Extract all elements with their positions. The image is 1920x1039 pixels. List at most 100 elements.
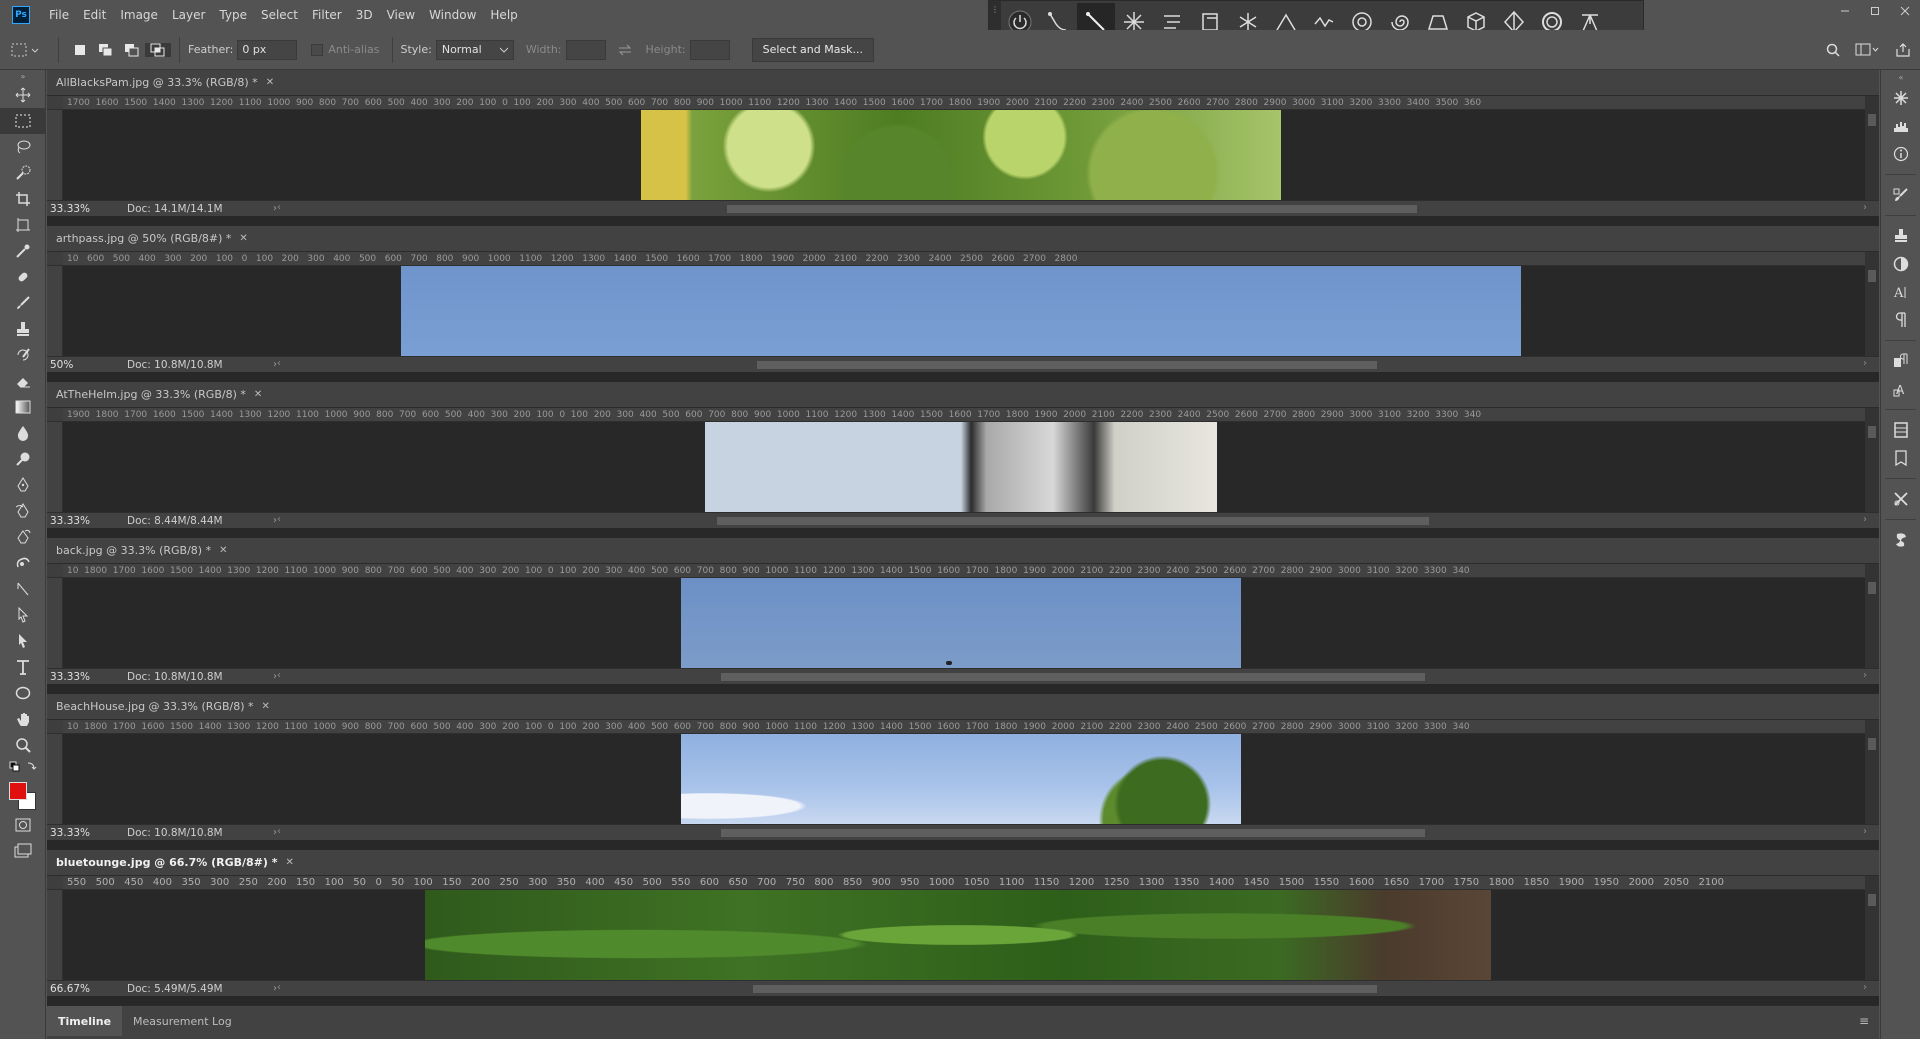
marquee-preset-icon[interactable] [0, 42, 50, 58]
scroll-right-icon[interactable]: › [1863, 358, 1867, 369]
canvas[interactable] [63, 890, 1865, 980]
doc-size[interactable]: Doc: 10.8M/10.8M [107, 671, 267, 683]
history-brush-icon[interactable] [0, 342, 46, 368]
canvas[interactable] [63, 734, 1865, 824]
scroll-left-icon[interactable]: ‹ [277, 982, 281, 993]
eraser-icon[interactable] [0, 368, 46, 394]
scroll-right-icon[interactable]: › [1863, 202, 1867, 213]
navigator-icon[interactable] [1881, 84, 1920, 112]
doc-size[interactable]: Doc: 8.44M/8.44M [107, 515, 267, 527]
channels-icon[interactable] [1881, 444, 1920, 472]
vertical-scrollbar[interactable] [1865, 408, 1879, 512]
menu-edit[interactable]: Edit [76, 0, 113, 30]
zoom-level[interactable]: 33.33% [47, 203, 107, 215]
close-icon[interactable] [1890, 0, 1920, 22]
doc-size[interactable]: Doc: 5.49M/5.49M [107, 983, 267, 995]
character-icon[interactable]: A [1881, 278, 1920, 306]
scrollbar-thumb[interactable] [1868, 426, 1876, 438]
workspace-icon[interactable] [1848, 43, 1886, 57]
select-and-mask-button[interactable]: Select and Mask... [751, 37, 875, 62]
type-tool-icon[interactable] [0, 654, 46, 680]
vertical-scrollbar[interactable] [1865, 96, 1879, 200]
height-input[interactable] [689, 39, 730, 60]
document-tab[interactable]: bluetounge.jpg @ 66.7% (RGB/8#) * ✕ [47, 850, 1879, 876]
scrollbar-thumb[interactable] [753, 985, 1377, 993]
restore-icon[interactable] [1860, 0, 1890, 22]
scroll-left-icon[interactable]: ‹ [277, 514, 281, 525]
swap-dimensions-icon[interactable] [614, 44, 636, 56]
close-document-icon[interactable]: ✕ [219, 545, 227, 556]
scrollbar-thumb[interactable] [1868, 738, 1876, 750]
doc-size[interactable]: Doc: 10.8M/10.8M [107, 827, 267, 839]
paragraph-styles-icon[interactable] [1881, 347, 1920, 375]
menu-select[interactable]: Select [254, 0, 305, 30]
document-tab[interactable]: AllBlacksPam.jpg @ 33.3% (RGB/8) * ✕ [47, 70, 1879, 96]
direct-selection-icon[interactable] [0, 628, 46, 654]
hand-tool-icon[interactable] [0, 706, 46, 732]
scrollbar-thumb[interactable] [717, 517, 1429, 525]
vertical-scrollbar[interactable] [1865, 876, 1879, 980]
feather-input[interactable] [237, 39, 298, 60]
vertical-scrollbar[interactable] [1865, 720, 1879, 824]
move-tool-icon[interactable] [0, 82, 46, 108]
share-icon[interactable] [1886, 43, 1920, 57]
character-styles-icon[interactable]: A [1881, 375, 1920, 403]
canvas[interactable] [63, 266, 1865, 356]
expand-panels-icon[interactable]: « [1881, 70, 1920, 84]
rectangular-marquee-icon[interactable] [0, 108, 46, 134]
close-document-icon[interactable]: ✕ [262, 701, 270, 712]
scrollbar-thumb[interactable] [721, 673, 1425, 681]
tab-measurement-log[interactable]: Measurement Log [122, 1006, 243, 1036]
info-icon[interactable] [1881, 140, 1920, 168]
frame-tool-icon[interactable] [0, 212, 46, 238]
canvas[interactable] [63, 422, 1865, 512]
vertical-scrollbar[interactable] [1865, 564, 1879, 668]
quick-mask-icon[interactable] [0, 812, 46, 838]
canvas[interactable] [63, 110, 1865, 200]
horizontal-scrollbar[interactable]: ‹ › [277, 670, 1867, 682]
scrollbar-thumb[interactable] [727, 205, 1417, 213]
doc-size[interactable]: Doc: 14.1M/14.1M [107, 203, 267, 215]
scrollbar-thumb[interactable] [1868, 114, 1876, 126]
minimize-icon[interactable] [1830, 0, 1860, 22]
content-aware-move-icon[interactable] [0, 550, 46, 576]
width-input[interactable] [565, 39, 606, 60]
clone-source-icon[interactable] [1881, 222, 1920, 250]
crop-tool-icon[interactable] [0, 186, 46, 212]
curvature-pen-icon[interactable] [0, 498, 46, 524]
anchor-point-icon[interactable] [0, 576, 46, 602]
dodge-tool-icon[interactable] [0, 446, 46, 472]
horizontal-scrollbar[interactable]: ‹ › [277, 358, 1867, 370]
scroll-left-icon[interactable]: ‹ [277, 670, 281, 681]
screen-mode-icon[interactable] [0, 838, 46, 864]
vertical-scrollbar[interactable] [1865, 252, 1879, 356]
blur-tool-icon[interactable] [0, 420, 46, 446]
quick-selection-icon[interactable] [0, 160, 46, 186]
menu-image[interactable]: Image [113, 0, 165, 30]
panel-menu-icon[interactable]: ≡ [1859, 1014, 1869, 1028]
scroll-right-icon[interactable]: › [1863, 670, 1867, 681]
collapse-arrows-icon[interactable]: » [0, 70, 46, 82]
gradient-tool-icon[interactable] [0, 394, 46, 420]
scroll-right-icon[interactable]: › [1863, 982, 1867, 993]
style-select[interactable]: Normal [435, 39, 514, 60]
doc-size[interactable]: Doc: 10.8M/10.8M [107, 359, 267, 371]
subtract-selection-icon[interactable] [119, 43, 145, 57]
scroll-left-icon[interactable]: ‹ [277, 826, 281, 837]
pen-tool-icon[interactable] [0, 472, 46, 498]
default-colors-icon[interactable] [0, 758, 46, 776]
brush-settings-icon[interactable] [1881, 181, 1920, 209]
adjustments-icon[interactable] [1881, 250, 1920, 278]
brush-tool-icon[interactable] [0, 290, 46, 316]
paragraph-icon[interactable] [1881, 306, 1920, 334]
lasso-tool-icon[interactable] [0, 134, 46, 160]
document-tab[interactable]: BeachHouse.jpg @ 33.3% (RGB/8) * ✕ [47, 694, 1879, 720]
ellipse-tool-icon[interactable] [0, 680, 46, 706]
search-icon[interactable] [1818, 43, 1848, 57]
scrollbar-thumb[interactable] [1868, 270, 1876, 282]
horizontal-scrollbar[interactable]: ‹ › [277, 514, 1867, 526]
histogram-icon[interactable] [1881, 112, 1920, 140]
horizontal-scrollbar[interactable]: ‹ › [277, 982, 1867, 994]
scroll-left-icon[interactable]: ‹ [277, 202, 281, 213]
new-selection-icon[interactable] [67, 44, 93, 56]
